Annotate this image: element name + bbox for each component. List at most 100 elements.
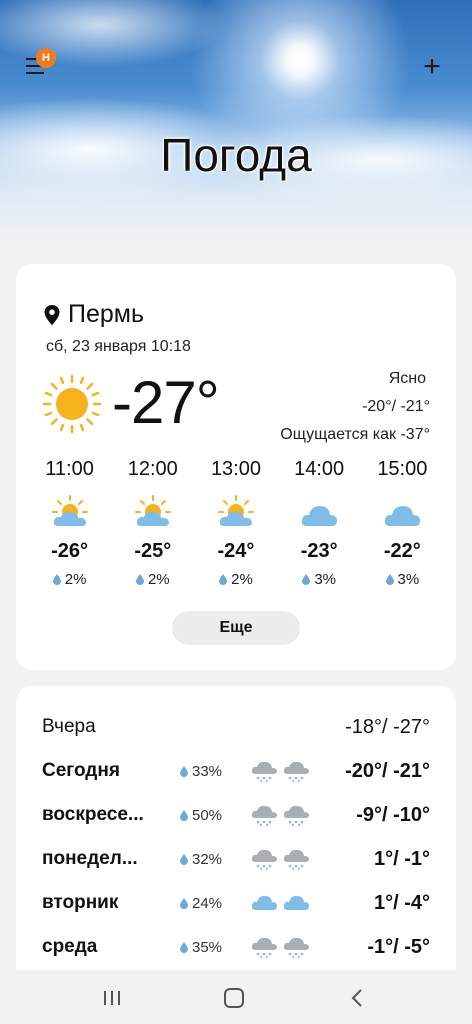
daily-row-sunday[interactable]: воскресе... 50% -9°/ -10° [42,800,430,830]
precip-value: 2% [64,571,87,588]
current-weather-card[interactable]: Пермь сб, 23 января 10:18 -27° Ясно -20°… [16,264,456,670]
day-precipitation: 35% [180,939,222,956]
day-temperatures: 1°/ -4° [373,891,430,914]
updated-datetime: сб, 23 января 10:18 [46,338,191,355]
hour-temperature: -23° [300,540,338,562]
current-temperature: -27° [112,369,220,436]
location-row: Пермь [44,300,144,329]
precip-value: 33% [192,762,223,780]
hour-temperature: -25° [134,540,172,562]
cloud-icon [251,895,277,910]
day-precipitation: 24% [180,895,222,912]
raindrop-icon [180,809,188,821]
hour-time: 11:00 [45,458,94,480]
sun-icon [42,374,102,434]
snow-cloud-icon [283,805,309,826]
raindrop-icon [180,765,188,777]
day-name: среда [42,936,98,957]
condition-text: Ясно [388,370,426,387]
system-nav-bar [0,970,472,1024]
precip-value: 3% [397,571,420,588]
daily-row-monday[interactable]: понедел... 32% 1°/ -1° [42,844,430,874]
location-name: Пермь [68,300,144,328]
header-sky-background [0,0,472,250]
day-temperatures: 1°/ -1° [373,847,430,870]
day-icons [250,936,314,958]
day-temperatures: -9°/ -10° [356,803,430,826]
raindrop-icon [219,574,228,585]
precip-value: 35% [192,938,223,956]
daily-forecast-card: Вчера -18°/ -27° Сегодня 33% -20°/ -21° … [16,686,456,976]
precip-value: 32% [192,850,223,868]
more-button[interactable]: Еще [172,611,300,645]
raindrop-icon [180,941,188,953]
hour-item: 12:00 -25° 2% [111,458,194,588]
snow-cloud-icon [251,805,277,826]
recents-icon[interactable] [103,990,121,1006]
hour-time: 14:00 [294,458,345,480]
page-title: Погода [160,129,312,181]
day-temperatures: -1°/ -5° [367,935,430,958]
hour-time: 13:00 [210,458,261,480]
hour-temperature: -26° [51,540,89,562]
hour-item: 13:00 -24° 2% [194,458,277,588]
hourly-forecast: 11:00 -26° 2% 12:00 -25° 2% 13:00 -24° 2… [28,458,444,588]
add-location-button[interactable]: + [420,52,444,82]
hour-precipitation: 2% [111,571,194,588]
day-name: понедел... [42,848,138,869]
day-name: вторник [42,892,119,913]
cloud-icon [385,506,421,526]
hour-precipitation: 3% [361,571,444,588]
hour-item: 15:00 -22° 3% [361,458,444,588]
day-precipitation: 33% [180,763,222,780]
snow-cloud-icon [283,849,309,870]
daily-row-wednesday[interactable]: среда 35% -1°/ -5° [42,932,430,962]
hour-item: 11:00 -26° 2% [28,458,111,588]
day-precipitation: 50% [180,807,222,824]
day-icons [250,760,314,782]
back-icon[interactable] [350,988,364,1008]
hour-item: 14:00 -23° 3% [278,458,361,588]
feels-like-text: Ощущается как -37° [280,426,430,443]
partly-cloudy-icon [51,495,88,526]
partly-cloudy-icon [134,495,171,526]
precip-value: 3% [314,571,336,588]
day-icons [250,892,314,914]
daily-row-tuesday[interactable]: вторник 24% 1°/ -4° [42,888,430,918]
day-icons [250,804,314,826]
cloud-icon [302,506,338,526]
partly-cloudy-icon [217,495,254,526]
day-name: Сегодня [42,760,120,781]
daily-row-today[interactable]: Сегодня 33% -20°/ -21° [42,756,430,786]
high-low-text: -20°/ -21° [362,398,430,415]
raindrop-icon [180,853,188,865]
day-temperatures: -20°/ -21° [345,759,430,782]
day-name: Вчера [42,716,96,737]
day-temperatures: -18°/ -27° [345,715,430,738]
day-icons [250,848,314,870]
raindrop-icon [385,574,394,585]
home-icon[interactable] [224,988,244,1008]
hour-precipitation: 3% [278,571,361,588]
day-name: воскресе... [42,804,144,825]
raindrop-icon [52,574,61,585]
snow-cloud-icon [283,937,309,958]
raindrop-icon [135,574,144,585]
raindrop-icon [302,574,311,585]
hour-temperature: -22° [383,540,421,562]
snow-cloud-icon [251,761,277,782]
raindrop-icon [180,897,188,909]
snow-cloud-icon [251,849,277,870]
hour-precipitation: 2% [28,571,111,588]
daily-row-yesterday[interactable]: Вчера -18°/ -27° [42,712,430,742]
precip-value: 50% [192,806,223,824]
day-precipitation: 32% [180,851,222,868]
hour-time: 15:00 [377,458,428,480]
precip-value: 2% [231,571,253,588]
hour-temperature: -24° [217,540,255,562]
notification-badge: Н [36,48,56,68]
precip-value: 24% [192,894,223,912]
snow-cloud-icon [283,761,309,782]
precip-value: 2% [147,571,170,588]
location-pin-icon [44,304,60,325]
